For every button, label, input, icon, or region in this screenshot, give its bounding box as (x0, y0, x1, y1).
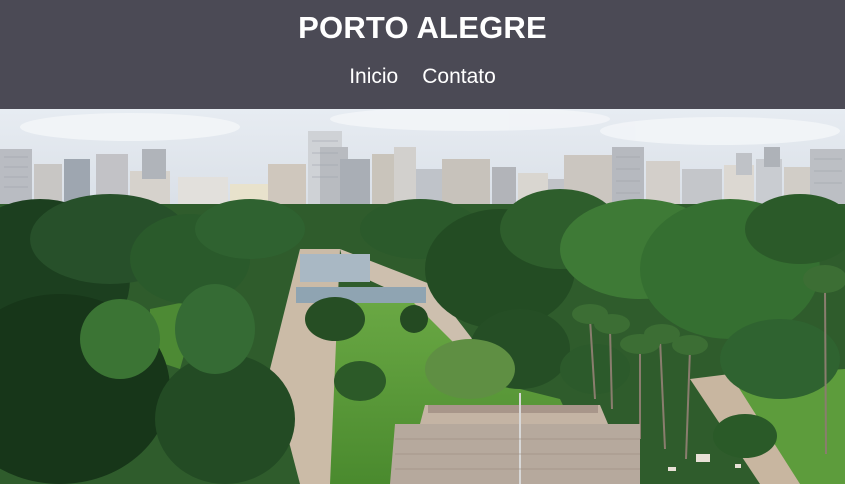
site-header: PORTO ALEGRE Inicio Contato (0, 0, 845, 109)
nav-link-inicio[interactable]: Inicio (349, 64, 398, 90)
main-nav: Inicio Contato (0, 64, 845, 90)
fountain-pool-lower (296, 287, 426, 303)
hero-image (0, 109, 845, 484)
fountain-pool-upper (300, 254, 370, 282)
park-cityscape-photo (0, 109, 845, 484)
site-title: PORTO ALEGRE (298, 10, 547, 45)
nav-link-contato[interactable]: Contato (422, 64, 496, 90)
